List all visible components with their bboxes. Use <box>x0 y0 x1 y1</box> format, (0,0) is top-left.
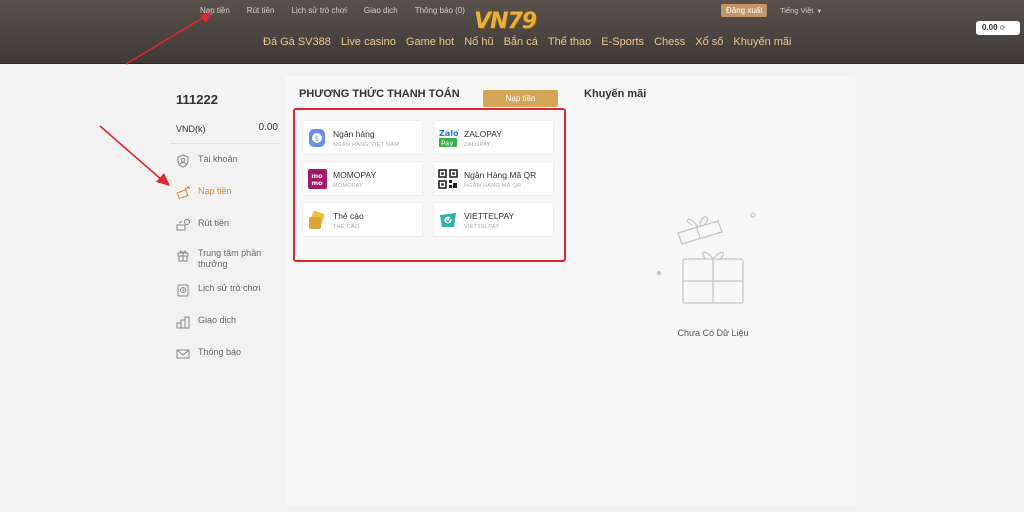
arrow-icon <box>125 12 212 65</box>
top-links: Nạp tiền Rút tiền Lịch sử trò chơi Giao … <box>200 6 482 15</box>
balance-display[interactable]: 0.00 ⟳ <box>976 21 1020 35</box>
arrow-icon <box>99 125 170 186</box>
sidebar-item-label: Giao dịch <box>198 315 237 325</box>
main-nav: Đá Gà SV388 Live casino Game hot Nổ hũ B… <box>263 36 801 48</box>
sidebar-item-label: Trung tâm phần thưởng <box>198 248 262 269</box>
currency-row: VND(k) 0.00 <box>176 122 278 134</box>
nav-item-chess[interactable]: Chess <box>654 36 685 48</box>
nav-item-cockfight[interactable]: Đá Gà SV388 <box>263 36 331 48</box>
balance-value: 0.00 <box>982 23 998 32</box>
sidebar-item-withdraw[interactable]: Rút tiền <box>176 218 280 232</box>
empty-box-icon <box>656 201 766 311</box>
language-select[interactable]: Tiếng Việt ▼ <box>780 6 822 15</box>
top-link-game-history[interactable]: Lịch sử trò chơi <box>291 6 347 15</box>
nav-item-lottery[interactable]: Xổ số <box>695 36 723 48</box>
nav-item-sports[interactable]: Thể thao <box>548 36 591 48</box>
currency-label: VND(k) <box>176 124 206 134</box>
sidebar-item-rewards[interactable]: Trung tâm phần thưởng <box>176 248 280 270</box>
deposit-icon <box>176 186 190 200</box>
history-icon <box>176 283 190 297</box>
sidebar-item-label: Nạp tiền <box>198 186 232 196</box>
chevron-down-icon: ▼ <box>816 9 823 15</box>
nav-item-fishing[interactable]: Bắn cá <box>504 36 538 48</box>
nav-item-esports[interactable]: E-Sports <box>601 36 644 48</box>
sidebar-item-label: Thông báo <box>198 347 242 357</box>
deposit-button[interactable]: Nạp tiền <box>483 90 558 107</box>
language-label: Tiếng Việt <box>780 6 814 15</box>
sidebar-item-transactions[interactable]: Giao dịch <box>176 315 280 329</box>
payment-methods-title: PHƯƠNG THỨC THANH TOÁN <box>299 88 460 100</box>
transaction-icon <box>176 315 190 329</box>
currency-amount: 0.00 <box>258 122 278 133</box>
withdraw-icon <box>176 218 190 232</box>
sidebar-item-notifications[interactable]: Thông báo <box>176 347 280 361</box>
sidebar-item-deposit[interactable]: Nạp tiền <box>176 186 280 200</box>
sidebar-item-label: Rút tiền <box>198 218 230 228</box>
sidebar: 111222 VND(k) 0.00 Tài khoản Nạp tiền Rú… <box>170 76 280 506</box>
promotions-title: Khuyến mãi <box>584 88 647 100</box>
account-icon <box>176 154 190 168</box>
nav-item-promotions[interactable]: Khuyến mãi <box>733 36 791 48</box>
divider <box>170 143 280 144</box>
nav-item-game-hot[interactable]: Game hot <box>406 36 454 48</box>
top-link-transactions[interactable]: Giao dịch <box>364 6 398 15</box>
nav-item-slots[interactable]: Nổ hũ <box>464 36 493 48</box>
nav-item-live-casino[interactable]: Live casino <box>341 36 396 48</box>
refresh-icon[interactable]: ⟳ <box>1000 25 1006 32</box>
empty-state-text: Chưa Có Dữ Liệu <box>677 328 749 338</box>
top-link-withdraw[interactable]: Rút tiền <box>247 6 275 15</box>
logo[interactable]: VN79 <box>474 9 537 34</box>
highlight-box <box>293 108 566 262</box>
gift-icon <box>176 248 190 262</box>
top-link-notifications[interactable]: Thông báo (0) <box>415 6 465 15</box>
sidebar-item-label: Tài khoản <box>198 154 238 164</box>
sidebar-item-account[interactable]: Tài khoản <box>176 154 280 168</box>
logout-button[interactable]: Đăng xuất <box>721 4 768 17</box>
sidebar-item-label: Lịch sử trò chơi <box>198 283 261 293</box>
sidebar-item-game-history[interactable]: Lịch sử trò chơi <box>176 283 280 297</box>
mail-icon <box>176 347 190 361</box>
username: 111222 <box>176 92 218 107</box>
